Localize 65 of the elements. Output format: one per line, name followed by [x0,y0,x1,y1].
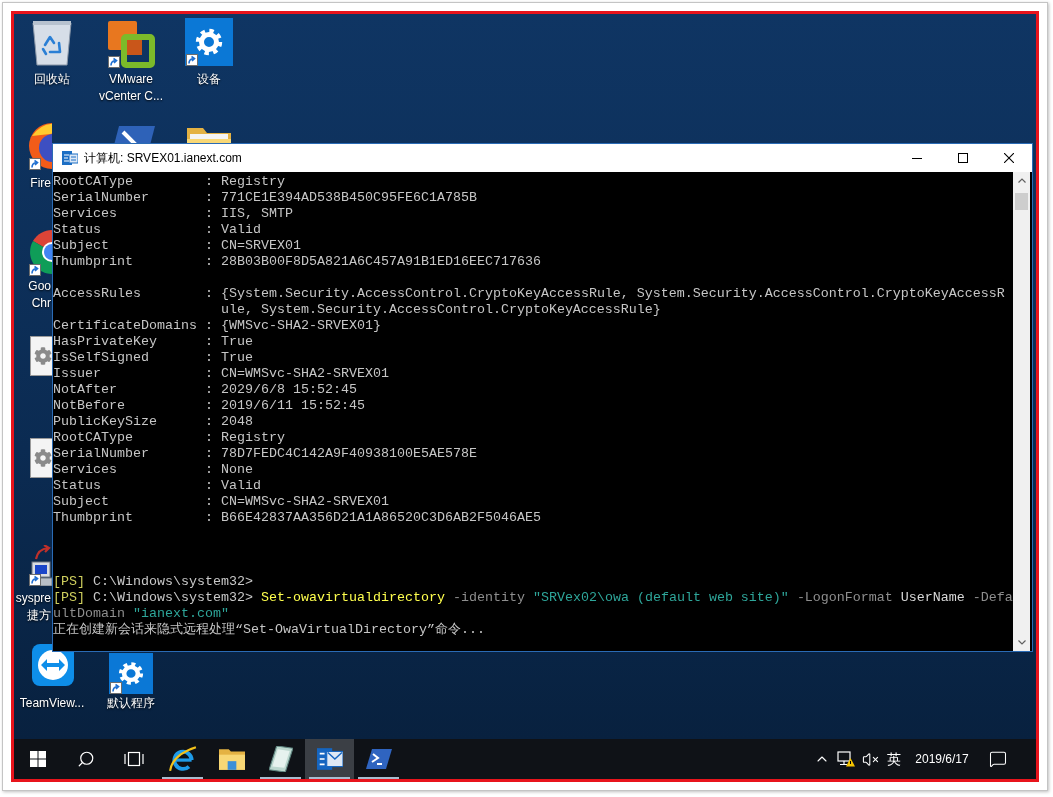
minimize-icon [912,157,922,159]
speaker-muted-icon[interactable] [861,750,879,768]
title-bar[interactable]: 计算机: SRVEX01.ianext.com [53,144,1032,172]
console-line: SerialNumber : 78D7FEDC4C142A9F40938100E5AE578E [53,446,477,462]
console-line: ultDomain "ianext.com" [53,606,229,622]
close-icon [1004,153,1014,163]
folder-icon[interactable] [185,128,233,143]
console-line: SerialNumber : 771CE1E394AD538B450C95FE6C1A785B [53,190,477,206]
icon-label[interactable]: Fire [14,175,51,192]
console-line: Subject : CN=WMSvc-SHA2-SRVEX01 [53,494,389,510]
console-line: Services : IIS, SMTP [53,206,293,222]
mail-tile-icon [316,746,343,772]
console-line: Services : None [53,462,253,478]
console-line: AccessRules : {System.Security.AccessControl.CryptoKeyAccessRule, System.Security.AccessControl.CryptoKeyAccessR [53,286,1005,302]
gear-icon[interactable] [109,653,153,694]
tiles-icon [62,150,78,166]
notification-icon[interactable] [989,750,1007,768]
icon-label[interactable]: 默认程序 [93,695,169,712]
search-icon [77,750,95,768]
slanted-sheet-icon [268,746,293,772]
console-line: NotBefore : 2019/6/11 15:52:45 [53,398,365,414]
icon-label[interactable]: 回收站 [14,71,90,88]
console-line: Subject : CN=SRVEX01 [53,238,301,254]
icon-label[interactable]: VMware vCenter C... [93,71,169,105]
console-line: Issuer : CN=WMSvc-SHA2-SRVEX01 [53,366,389,382]
icon-label[interactable]: TeamView... [14,695,90,712]
scrollbar[interactable] [1013,172,1030,651]
console-line: IsSelfSigned : True [53,350,253,366]
folder-icon [218,748,245,770]
scroll-up-icon[interactable] [1017,178,1026,183]
console-line: HasPrivateKey : True [53,334,253,350]
overlapping-squares-icon[interactable] [107,20,155,68]
console-line: Thumbprint : B66E42837AA356D21A1A86520C3D6AB2F5046AE5 [53,510,541,526]
scroll-down-icon[interactable] [1017,640,1026,645]
gear-icon[interactable] [185,18,233,66]
terminal-icon [365,749,392,769]
taskbar-button[interactable] [305,739,354,779]
console-line: Thumbprint : 28B03B00F8D5A821A6C457A91B1ED16EEC717636 [53,254,541,270]
clock-date[interactable]: 2019/6/17 [915,750,969,768]
console-line: 正在创建新会话来隐式远程处理“Set-OwaVirtualDirectory”命令... [53,622,485,638]
gear-box-icon[interactable] [30,336,52,376]
console-line: [PS] C:\Windows\system32> Set-owavirtualdirectory -identity "SRVex02\owa (default web site)" -LogonFormat UserName -Defa [53,590,1013,606]
input-method-indicator[interactable]: 英 [887,748,901,770]
window-title: 计算机: SRVEX01.ianext.com [84,150,242,167]
console-line: [PS] C:\Windows\system32> [53,574,253,590]
e-logo-icon [168,746,197,772]
console-line: PublicKeySize : 2048 [53,414,253,430]
network-warning-icon[interactable] [837,751,855,767]
maximize-icon [958,153,968,163]
windows-logo-icon [30,751,46,767]
console-line: Status : Valid [53,478,261,494]
icon-label[interactable]: 设备 [171,71,247,88]
icon-label[interactable]: syspre 捷方 [14,590,51,624]
console-line: Status : Valid [53,222,261,238]
recycle-bin-icon[interactable] [30,18,74,66]
console-line: CertificateDomains : {WMSvc-SHA2-SRVEX01} [53,318,381,334]
console-line: RootCAType : Registry [53,174,285,190]
stacked-windows-icon [124,751,144,767]
icon-label[interactable]: Goo Chr [14,278,51,312]
gear-box-icon[interactable] [30,438,52,478]
console-line: RootCAType : Registry [53,430,285,446]
computer-icon[interactable] [28,545,52,586]
console-line: NotAfter : 2029/6/8 15:52:45 [53,382,357,398]
scrollbar-thumb[interactable] [1015,193,1028,210]
console-line: ule, System.Security.AccessControl.CryptoKeyAccessRule} [220,302,661,318]
